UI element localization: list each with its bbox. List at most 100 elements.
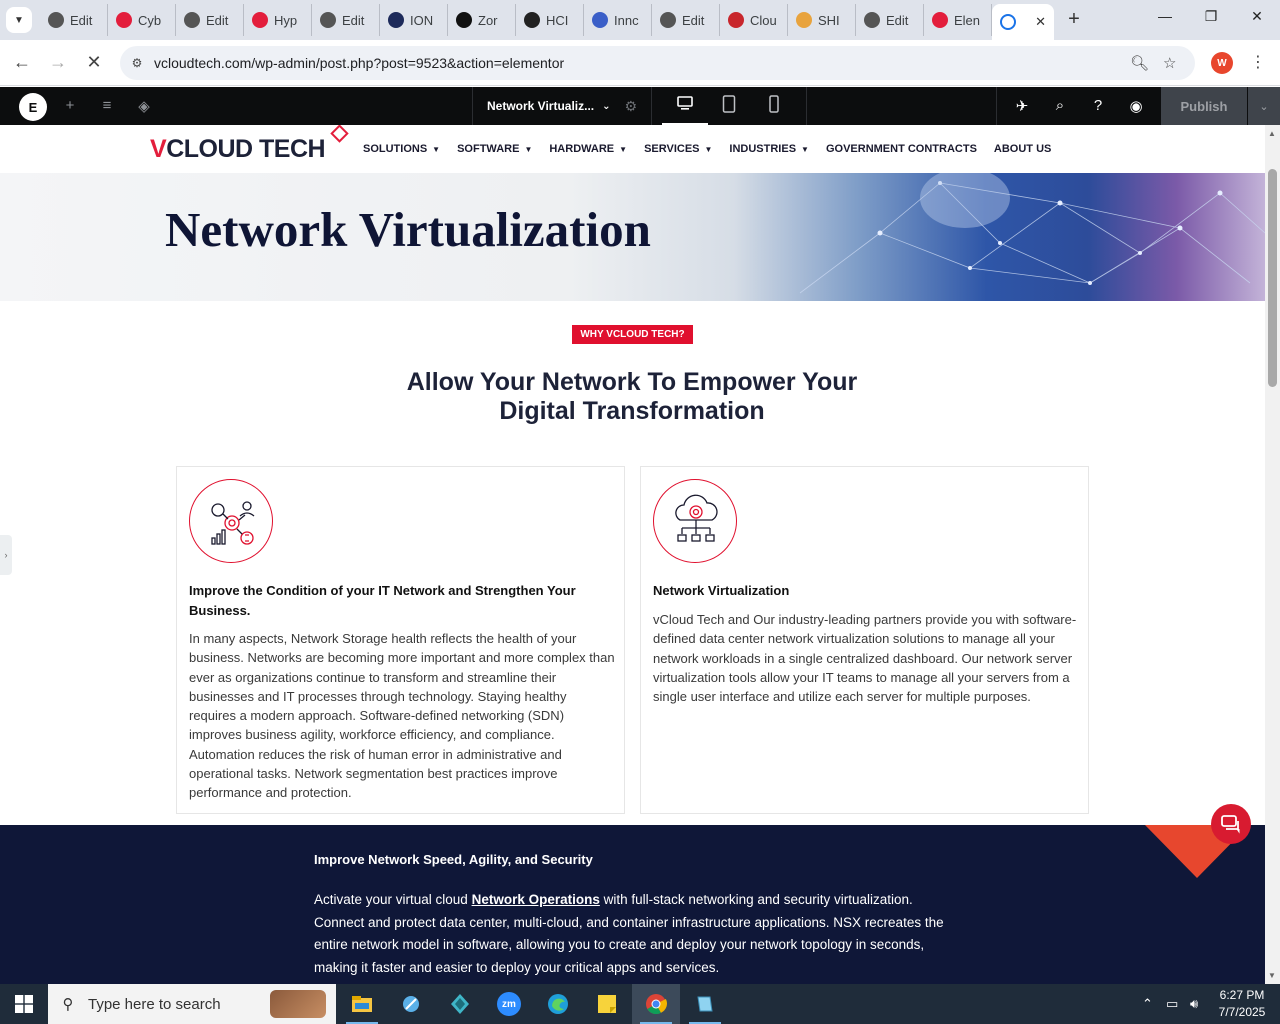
tab-list: Edit Cyb Edit Hyp Edit ION Zor HCI Innc Edit Clou S…	[40, 4, 1054, 40]
start-button[interactable]	[0, 984, 48, 1024]
address-bar[interactable]: ⚙ vcloudtech.com/wp-admin/post.php?post=…	[120, 46, 1195, 80]
structure-layers-icon[interactable]: ◈	[134, 97, 154, 115]
browser-tab[interactable]: Clou	[720, 4, 788, 36]
close-tab-icon[interactable]: ✕	[1035, 14, 1046, 30]
url-text[interactable]: vcloudtech.com/wp-admin/post.php?post=95…	[154, 55, 564, 71]
edge-browser-icon[interactable]	[534, 984, 582, 1024]
scrollbar-thumb[interactable]	[1268, 169, 1277, 387]
responsive-mode-switcher	[662, 87, 807, 125]
chevron-down-icon: ⌄	[602, 100, 611, 112]
browser-tab[interactable]: Hyp	[244, 4, 312, 36]
desktop-view-icon[interactable]	[662, 95, 708, 125]
nav-item-government-contracts[interactable]: GOVERNMENT CONTRACTS	[826, 143, 977, 155]
preview-eye-icon[interactable]: ◉	[1126, 97, 1146, 115]
network-icon[interactable]: ▭	[1166, 984, 1178, 1024]
browser-tab[interactable]: Edit	[312, 4, 380, 36]
panel-toggle-chevron-icon[interactable]: ›	[0, 535, 12, 575]
site-settings-sliders-icon[interactable]: ≡	[97, 97, 117, 114]
network-analytics-icon	[189, 479, 273, 563]
search-placeholder: Type here to search	[88, 995, 221, 1013]
browser-tab[interactable]: Zor	[448, 4, 516, 36]
browser-tab[interactable]: HCI	[516, 4, 584, 36]
page-settings-gear-icon[interactable]: ⚙	[624, 98, 637, 115]
cloud-brand-icon	[728, 12, 744, 28]
network-operations-link[interactable]: Network Operations	[472, 892, 600, 907]
forward-button[interactable]: →	[46, 52, 70, 73]
new-tab-button[interactable]: +	[1062, 8, 1086, 31]
browser-tab[interactable]: Edit	[176, 4, 244, 36]
taskbar-search[interactable]: ⚲ Type here to search	[48, 984, 336, 1024]
tab-label: Innc	[614, 12, 639, 28]
profile-avatar[interactable]: W	[1211, 52, 1233, 74]
nav-item-industries[interactable]: INDUSTRIES ▼	[729, 143, 809, 155]
browser-tab[interactable]: Edit	[40, 4, 108, 36]
tab-label: Clou	[750, 12, 777, 28]
browser-tab[interactable]: Edit	[856, 4, 924, 36]
zoom-app-icon[interactable]: zm	[485, 984, 533, 1024]
nav-item-hardware[interactable]: HARDWARE ▼	[549, 143, 627, 155]
zoom-icon[interactable]: 🔍︎	[1130, 46, 1149, 80]
notepad-app-icon[interactable]	[681, 984, 729, 1024]
browser-tab[interactable]: Cyb	[108, 4, 176, 36]
show-hidden-icons[interactable]: ⌃	[1142, 984, 1153, 1024]
vcloud-icon	[932, 12, 948, 28]
publish-options-chevron-icon[interactable]: ⌄	[1248, 87, 1280, 125]
tab-label: Edit	[70, 12, 93, 28]
section-title: Improve Network Speed, Agility, and Secu…	[314, 852, 593, 867]
site-header: VCLOUD TECH SOLUTIONS ▼ SOFTWARE ▼ HARDWARE ▼…	[0, 125, 1265, 173]
sticky-notes-icon[interactable]	[583, 984, 631, 1024]
finder-search-icon[interactable]: ⌕	[1050, 97, 1070, 114]
browser-tab[interactable]: Edit	[652, 4, 720, 36]
windows-logo-icon	[15, 995, 33, 1013]
browser-tab[interactable]: Innc	[584, 4, 652, 36]
app-diamond-icon[interactable]	[436, 984, 484, 1024]
chat-button[interactable]	[1211, 804, 1251, 844]
elementor-logo-icon[interactable]: E	[19, 93, 47, 121]
mobile-view-icon[interactable]	[764, 95, 784, 115]
page-scrollbar[interactable]: ▲ ▼	[1265, 125, 1280, 984]
section-headline: Allow Your Network To Empower Your Digit…	[406, 368, 858, 425]
nav-item-solutions[interactable]: SOLUTIONS ▼	[363, 143, 440, 155]
site-settings-icon[interactable]: ⚙	[120, 56, 154, 70]
taskbar-clock[interactable]: 6:27 PM 7/7/2025	[1212, 987, 1272, 1021]
caret-down-icon: ▼	[619, 145, 628, 154]
chrome-browser-icon[interactable]	[632, 984, 680, 1024]
nav-item-about-us[interactable]: ABOUT US	[994, 143, 1051, 155]
browser-tab-active[interactable]: ✕	[992, 4, 1054, 40]
nav-item-software[interactable]: SOFTWARE ▼	[457, 143, 532, 155]
minimize-button[interactable]: —	[1150, 8, 1180, 24]
document-settings-dropdown[interactable]: Network Virtualiz... ⌄ ⚙	[472, 87, 652, 125]
tab-label: Edit	[342, 12, 365, 28]
notifications-rocket-icon[interactable]: ✈	[1012, 97, 1032, 115]
browser-tab[interactable]: Elen	[924, 4, 992, 36]
file-explorer-icon[interactable]	[338, 984, 386, 1024]
card-body: vCloud Tech and Our industry-leading par…	[653, 612, 1077, 705]
tablet-view-icon[interactable]	[719, 95, 739, 115]
shi-icon	[796, 12, 812, 28]
scroll-up-arrow-icon[interactable]: ▲	[1268, 129, 1276, 138]
back-button[interactable]: ←	[10, 52, 34, 73]
publish-button[interactable]: Publish	[1161, 87, 1247, 125]
search-highlight-image	[270, 990, 326, 1018]
close-window-button[interactable]: ✕	[1242, 8, 1272, 25]
tab-search-button[interactable]: ▼	[6, 7, 32, 33]
vcloud-tech-logo[interactable]: VCLOUD TECH	[150, 125, 349, 164]
help-icon[interactable]: ?	[1088, 97, 1108, 114]
nav-item-services[interactable]: SERVICES ▼	[644, 143, 712, 155]
browser-tab[interactable]: SHI	[788, 4, 856, 36]
volume-icon[interactable]: 🔊︎	[1190, 984, 1198, 1024]
stop-loading-button[interactable]: ✕	[82, 52, 106, 73]
tab-label: ION	[410, 12, 434, 28]
vcloud-icon	[116, 12, 132, 28]
snipping-tool-icon[interactable]	[387, 984, 435, 1024]
bookmark-star-icon[interactable]: ☆	[1163, 46, 1176, 80]
add-element-icon[interactable]: +	[60, 97, 80, 114]
restore-button[interactable]: ❐	[1196, 8, 1226, 25]
card-title: Improve the Condition of your IT Network…	[189, 583, 576, 618]
caret-down-icon: ▼	[524, 145, 533, 154]
browser-tab[interactable]: ION	[380, 4, 448, 36]
vcloud-icon	[252, 12, 268, 28]
browser-menu-icon[interactable]: ⋮	[1250, 52, 1266, 72]
tab-label: Edit	[682, 12, 705, 28]
scroll-down-arrow-icon[interactable]: ▼	[1268, 971, 1276, 980]
